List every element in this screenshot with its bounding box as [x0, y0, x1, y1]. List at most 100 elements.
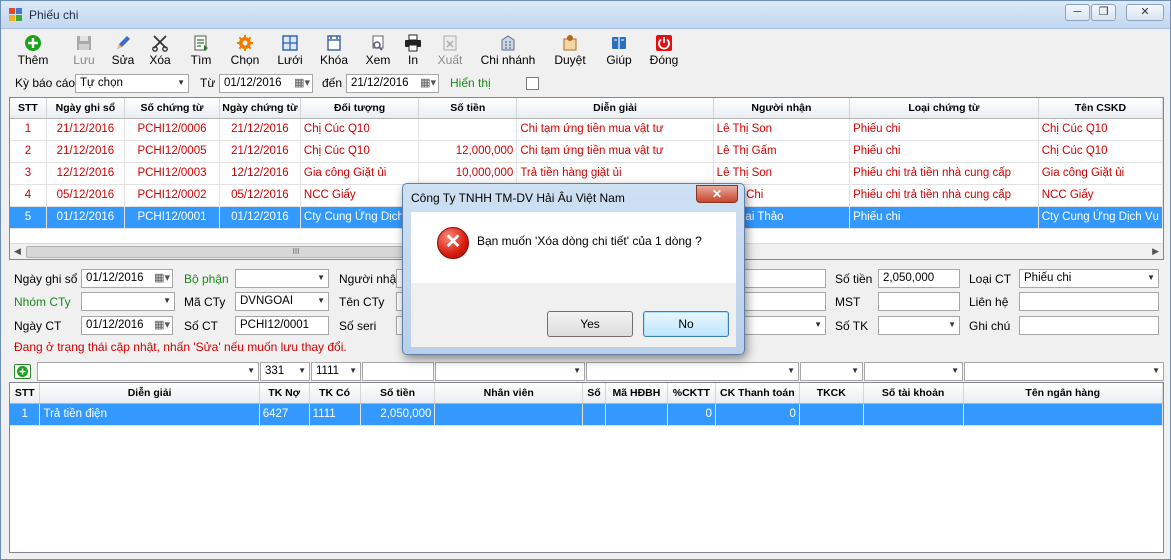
table-cell[interactable]: 21/12/2016: [219, 118, 301, 141]
table-cell[interactable]: 21/12/2016: [46, 140, 126, 163]
save-button[interactable]: Lưu: [67, 31, 101, 69]
detail-tk-co-filter[interactable]: 1111: [311, 362, 361, 381]
table-cell[interactable]: Cty Cung Ứng Dịch: [300, 206, 420, 229]
master-col-header[interactable]: Diễn giải: [516, 98, 714, 119]
delete-button[interactable]: Xóa: [144, 31, 176, 69]
ma-cty-select[interactable]: DVNGOAI: [235, 292, 329, 311]
so-ct-field[interactable]: PCHI12/0001: [235, 316, 329, 335]
detail-account-filter[interactable]: [864, 362, 963, 381]
table-cell[interactable]: PCHI12/0001: [124, 206, 220, 229]
lien-he-field[interactable]: [1019, 292, 1159, 311]
table-cell[interactable]: PCHI12/0005: [124, 140, 220, 163]
table-cell[interactable]: 12/12/2016: [219, 162, 301, 185]
table-cell[interactable]: 21/12/2016: [46, 118, 126, 141]
table-cell[interactable]: Lê Thị Son: [713, 118, 851, 141]
detail-col-header[interactable]: Số tài khoản: [863, 383, 964, 404]
table-cell[interactable]: Gia công Giặt ủi: [300, 162, 420, 185]
ngay-ghi-so-picker[interactable]: 01/12/2016: [81, 269, 173, 288]
table-cell[interactable]: 12,000,000: [418, 140, 518, 163]
table-cell[interactable]: Chị Cúc Q10: [300, 140, 420, 163]
table-cell[interactable]: [605, 403, 668, 426]
master-col-header[interactable]: Số tiền: [418, 98, 518, 119]
table-cell[interactable]: Cty Cung Ứng Dịch Vụ: [1038, 206, 1163, 229]
master-col-header[interactable]: Ngày ghi sổ: [46, 98, 126, 119]
grid-button[interactable]: Lưới: [273, 31, 307, 69]
close-form-button[interactable]: Đóng: [647, 31, 681, 69]
detail-tk-no-filter[interactable]: 331: [260, 362, 310, 381]
table-cell[interactable]: PCHI12/0003: [124, 162, 220, 185]
period-select[interactable]: Tự chọn: [75, 74, 189, 93]
find-button[interactable]: Tìm: [185, 31, 217, 69]
table-cell[interactable]: [799, 403, 864, 426]
table-cell[interactable]: Phiếu chi: [849, 140, 1039, 163]
table-cell[interactable]: Chi tạm ứng tiền mua vật tư: [516, 118, 714, 141]
table-cell[interactable]: 0: [715, 403, 800, 426]
master-col-header[interactable]: Tên CSKD: [1038, 98, 1163, 119]
nhom-cty-select[interactable]: [81, 292, 175, 311]
table-cell[interactable]: 2: [10, 140, 47, 163]
add-button[interactable]: Thêm: [13, 31, 53, 69]
table-row[interactable]: 1 Trả tiền điện 6427 1111 2,050,000 0 0: [10, 403, 1163, 426]
table-cell[interactable]: PCHI12/0002: [124, 184, 220, 207]
table-cell[interactable]: [582, 403, 606, 426]
table-cell[interactable]: 4: [10, 184, 47, 207]
master-col-header[interactable]: Người nhận: [713, 98, 851, 119]
table-cell[interactable]: Phiếu chi: [849, 206, 1039, 229]
detail-col-header[interactable]: Mã HĐBH: [605, 383, 668, 404]
table-cell[interactable]: Phiếu chi trả tiền nhà cung cấp: [849, 184, 1039, 207]
help-button[interactable]: Giúp: [603, 31, 635, 69]
master-col-header[interactable]: Loại chứng từ: [849, 98, 1039, 119]
table-cell[interactable]: 5: [10, 206, 47, 229]
table-cell[interactable]: Phiếu chi trả tiền nhà cung cấp: [849, 162, 1039, 185]
detail-col-header[interactable]: TK Nợ: [259, 383, 310, 404]
detail-col-header[interactable]: %CKTT: [667, 383, 716, 404]
table-cell[interactable]: 1111: [309, 403, 361, 426]
bo-phan-select[interactable]: [235, 269, 329, 288]
table-cell[interactable]: NCC Giấy: [300, 184, 420, 207]
yes-button[interactable]: Yes: [547, 311, 633, 337]
so-tk-select[interactable]: [878, 316, 960, 335]
edit-button[interactable]: Sửa: [107, 31, 139, 69]
detail-col-header[interactable]: TKCK: [799, 383, 864, 404]
detail-col-header[interactable]: Nhân viên: [434, 383, 583, 404]
detail-bank-filter[interactable]: [964, 362, 1164, 381]
preview-button[interactable]: Xem: [363, 31, 393, 69]
table-cell[interactable]: 3: [10, 162, 47, 185]
table-row[interactable]: 3 12/12/2016 PCHI12/0003 12/12/2016 Gia công…: [10, 162, 1163, 185]
add-detail-button[interactable]: [14, 364, 31, 379]
table-cell[interactable]: 21/12/2016: [219, 140, 301, 163]
table-cell[interactable]: [418, 118, 518, 141]
table-cell[interactable]: 12/12/2016: [46, 162, 126, 185]
table-cell[interactable]: NCC Giấy: [1038, 184, 1163, 207]
from-date-picker[interactable]: 01/12/2016: [219, 74, 313, 93]
loai-ct-select[interactable]: Phiếu chi: [1019, 269, 1159, 288]
table-cell[interactable]: 2,050,000: [360, 403, 436, 426]
ghi-chu-field[interactable]: [1019, 316, 1159, 335]
table-cell[interactable]: Chi tạm ứng tiền mua vật tư: [516, 140, 714, 163]
table-row[interactable]: 1 21/12/2016 PCHI12/0006 21/12/2016 Chị Cúc …: [10, 118, 1163, 141]
close-button[interactable]: ✕: [1126, 4, 1164, 21]
table-cell[interactable]: 01/12/2016: [219, 206, 301, 229]
table-cell[interactable]: 01/12/2016: [46, 206, 126, 229]
table-cell[interactable]: Chị Cúc Q10: [1038, 140, 1163, 163]
table-cell[interactable]: Trả tiền hàng giặt ủi: [516, 162, 714, 185]
table-cell[interactable]: [963, 403, 1163, 426]
print-button[interactable]: In: [401, 31, 425, 69]
show-checkbox[interactable]: [526, 77, 539, 90]
table-cell[interactable]: Lê Thị Son: [713, 162, 851, 185]
table-cell[interactable]: 6427: [259, 403, 310, 426]
table-cell[interactable]: Chị Cúc Q10: [1038, 118, 1163, 141]
approve-button[interactable]: Duyệt: [552, 31, 588, 69]
table-cell[interactable]: 1: [10, 118, 47, 141]
master-col-header[interactable]: Số chứng từ: [124, 98, 220, 119]
table-cell[interactable]: Phiếu chi: [849, 118, 1039, 141]
table-cell[interactable]: 05/12/2016: [46, 184, 126, 207]
table-cell[interactable]: 0: [667, 403, 716, 426]
master-col-header[interactable]: Đối tượng: [300, 98, 420, 119]
table-cell[interactable]: [863, 403, 964, 426]
so-tien-field[interactable]: 2,050,000: [878, 269, 960, 288]
scroll-left-icon[interactable]: ◀: [14, 246, 21, 257]
detail-col-header[interactable]: Số: [582, 383, 606, 404]
detail-col-header[interactable]: TK Có: [309, 383, 361, 404]
no-button[interactable]: No: [643, 311, 729, 337]
